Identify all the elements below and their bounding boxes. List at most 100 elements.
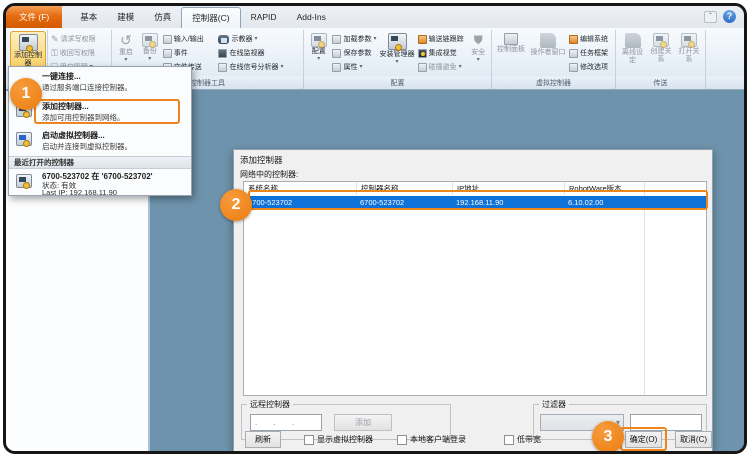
signal-analyzer-icon bbox=[218, 63, 227, 72]
pencil-icon: ✎ bbox=[51, 35, 59, 44]
column-header-robotware-version[interactable]: RobotWare版本 bbox=[564, 182, 644, 195]
flexpendant-button[interactable]: 示教器 bbox=[217, 33, 301, 45]
load-parameters-button[interactable]: 加载参数 bbox=[331, 33, 377, 45]
remote-ip-input[interactable]: . . . bbox=[250, 414, 322, 431]
refresh-button[interactable]: 刷新 bbox=[245, 431, 281, 448]
column-header-ip-address[interactable]: IP地址 bbox=[452, 182, 564, 195]
edit-system-button[interactable]: 编辑系统 bbox=[568, 33, 612, 45]
open-relation-button[interactable]: 打开关系 bbox=[675, 31, 703, 66]
lock-icon: ⚿ bbox=[51, 49, 58, 58]
ok-button[interactable]: 确定(O) bbox=[625, 431, 662, 448]
group-label-transfer: 传送 bbox=[616, 76, 706, 89]
release-write-access-button[interactable]: ⚿收回写权限 bbox=[50, 47, 109, 59]
recent-last-ip: Last IP: 192.168.11.90 bbox=[42, 188, 117, 197]
virtual-controller-icon bbox=[16, 132, 32, 146]
help-icon[interactable]: ? bbox=[723, 10, 736, 23]
chevron-down-icon: ▾ bbox=[477, 58, 480, 63]
edit-system-icon bbox=[569, 35, 578, 44]
chevron-down-icon: ▾ bbox=[124, 58, 127, 63]
checkbox-icon bbox=[504, 435, 514, 445]
change-options-icon bbox=[569, 63, 578, 72]
signal-analyzer-button[interactable]: 在线信号分析器 bbox=[217, 61, 301, 73]
change-options-button[interactable]: 修改选项 bbox=[568, 61, 612, 73]
configuration-icon bbox=[311, 33, 327, 47]
events-icon bbox=[163, 49, 172, 58]
recent-controllers-header: 最近打开的控制器 bbox=[9, 156, 191, 169]
tab-file[interactable]: 文件 (F) bbox=[6, 6, 62, 28]
add-controller-dialog: 添加控制器 网络中的控制器: 系统名称 控制器名称 IP地址 RobotWare… bbox=[233, 149, 713, 452]
events-button[interactable]: 事件 bbox=[162, 47, 218, 59]
offline-setup-button[interactable]: 离线设定 bbox=[618, 31, 647, 67]
flexpendant-icon bbox=[218, 35, 229, 44]
window-controls: ˆ ? bbox=[704, 10, 736, 23]
column-header-controller-name[interactable]: 控制器名称 bbox=[356, 182, 452, 195]
chevron-down-icon: ▾ bbox=[148, 57, 151, 62]
app-window: 文件 (F) 基本 建模 仿真 控制器(C) RAPID Add-Ins ˆ ?… bbox=[3, 3, 747, 454]
tab-addins[interactable]: Add-Ins bbox=[287, 6, 336, 28]
checkbox-local-client-login[interactable]: 本地客户端登录 bbox=[397, 434, 466, 445]
control-panel-icon bbox=[504, 33, 518, 45]
column-header-system-name[interactable]: 系统名称 bbox=[244, 182, 356, 195]
load-parameters-icon bbox=[332, 35, 341, 44]
request-write-access-button[interactable]: ✎请求写权限 bbox=[50, 33, 109, 45]
tab-controller[interactable]: 控制器(C) bbox=[181, 7, 240, 28]
operator-window-button[interactable]: 操作者窗口 bbox=[528, 31, 568, 59]
restart-button[interactable]: ↺ 重启▾ bbox=[114, 31, 138, 65]
network-controllers-label: 网络中的控制器: bbox=[240, 169, 298, 180]
remote-add-button[interactable]: 添加 bbox=[334, 414, 392, 431]
task-frames-button[interactable]: 任务框架 bbox=[568, 47, 612, 59]
safety-icon: ⛊ bbox=[474, 33, 483, 48]
collision-avoidance-icon bbox=[418, 63, 427, 72]
monitor-icon bbox=[218, 49, 227, 58]
tab-simulation[interactable]: 仿真 bbox=[144, 6, 181, 28]
tab-rapid[interactable]: RAPID bbox=[241, 6, 287, 28]
tab-modeling[interactable]: 建模 bbox=[107, 6, 144, 28]
backup-button[interactable]: 备份▾ bbox=[138, 31, 162, 64]
collision-avoidance-button[interactable]: 碰撞避免 bbox=[417, 61, 468, 73]
io-icon bbox=[163, 35, 172, 44]
properties-button[interactable]: 属性 bbox=[331, 61, 377, 73]
group-label-virtual-controller: 虚拟控制器 bbox=[492, 76, 616, 89]
checkbox-icon bbox=[397, 435, 407, 445]
conveyor-tracking-button[interactable]: 输送链跟踪 bbox=[417, 33, 468, 45]
robot-icon bbox=[540, 33, 556, 48]
offline-setup-icon bbox=[625, 33, 641, 48]
controller-icon bbox=[19, 34, 38, 51]
ribbon-tab-bar: 文件 (F) 基本 建模 仿真 控制器(C) RAPID Add-Ins bbox=[6, 6, 744, 28]
restart-icon: ↺ bbox=[120, 33, 132, 48]
installation-manager-button[interactable]: 安装管理器▾ bbox=[377, 31, 416, 67]
control-panel-button[interactable]: 控制面板 bbox=[494, 31, 528, 56]
cancel-button[interactable]: 取消(C) bbox=[675, 431, 712, 448]
group-label-configuration: 配置 bbox=[304, 76, 492, 89]
inputs-outputs-button[interactable]: 输入/输出 bbox=[162, 33, 218, 45]
save-parameters-button[interactable]: 保存参数 bbox=[331, 47, 377, 59]
installation-manager-icon bbox=[388, 33, 407, 50]
conveyor-tracking-icon bbox=[418, 35, 427, 44]
create-relation-button[interactable]: 创建关系 bbox=[647, 31, 675, 66]
configuration-button[interactable]: 配置▾ bbox=[306, 31, 331, 64]
backup-icon bbox=[142, 33, 158, 47]
properties-icon bbox=[332, 63, 341, 72]
checkbox-icon bbox=[304, 435, 314, 445]
filter-text-input[interactable] bbox=[630, 414, 702, 431]
controllers-table: 系统名称 控制器名称 IP地址 RobotWare版本 6700-523702 … bbox=[243, 181, 707, 396]
controller-icon bbox=[16, 174, 32, 188]
filter-label: 过滤器 bbox=[539, 399, 569, 410]
checkbox-show-virtual-controllers[interactable]: 显示虚拟控制器 bbox=[304, 434, 373, 445]
annotation-step-1: 1 bbox=[10, 78, 42, 110]
create-relation-icon bbox=[653, 33, 669, 47]
tab-home[interactable]: 基本 bbox=[70, 6, 107, 28]
annotation-step-3: 3 bbox=[592, 421, 624, 453]
remote-controller-label: 远程控制器 bbox=[247, 399, 293, 410]
safety-button[interactable]: ⛊ 安全▾ bbox=[467, 31, 489, 65]
online-monitor-button[interactable]: 在线监视器 bbox=[217, 47, 301, 59]
minimize-ribbon-icon[interactable]: ˆ bbox=[704, 11, 717, 23]
open-relation-icon bbox=[681, 33, 697, 47]
task-frames-icon bbox=[569, 49, 578, 58]
table-row-selected[interactable]: 6700-523702 6700-523702 192.168.11.90 6.… bbox=[244, 196, 706, 209]
dialog-title: 添加控制器 bbox=[240, 154, 283, 166]
checkbox-low-bandwidth[interactable]: 低带宽 bbox=[504, 434, 541, 445]
save-parameters-icon bbox=[332, 49, 341, 58]
integrated-vision-icon bbox=[418, 49, 427, 58]
integrated-vision-button[interactable]: 集成视觉 bbox=[417, 47, 468, 59]
